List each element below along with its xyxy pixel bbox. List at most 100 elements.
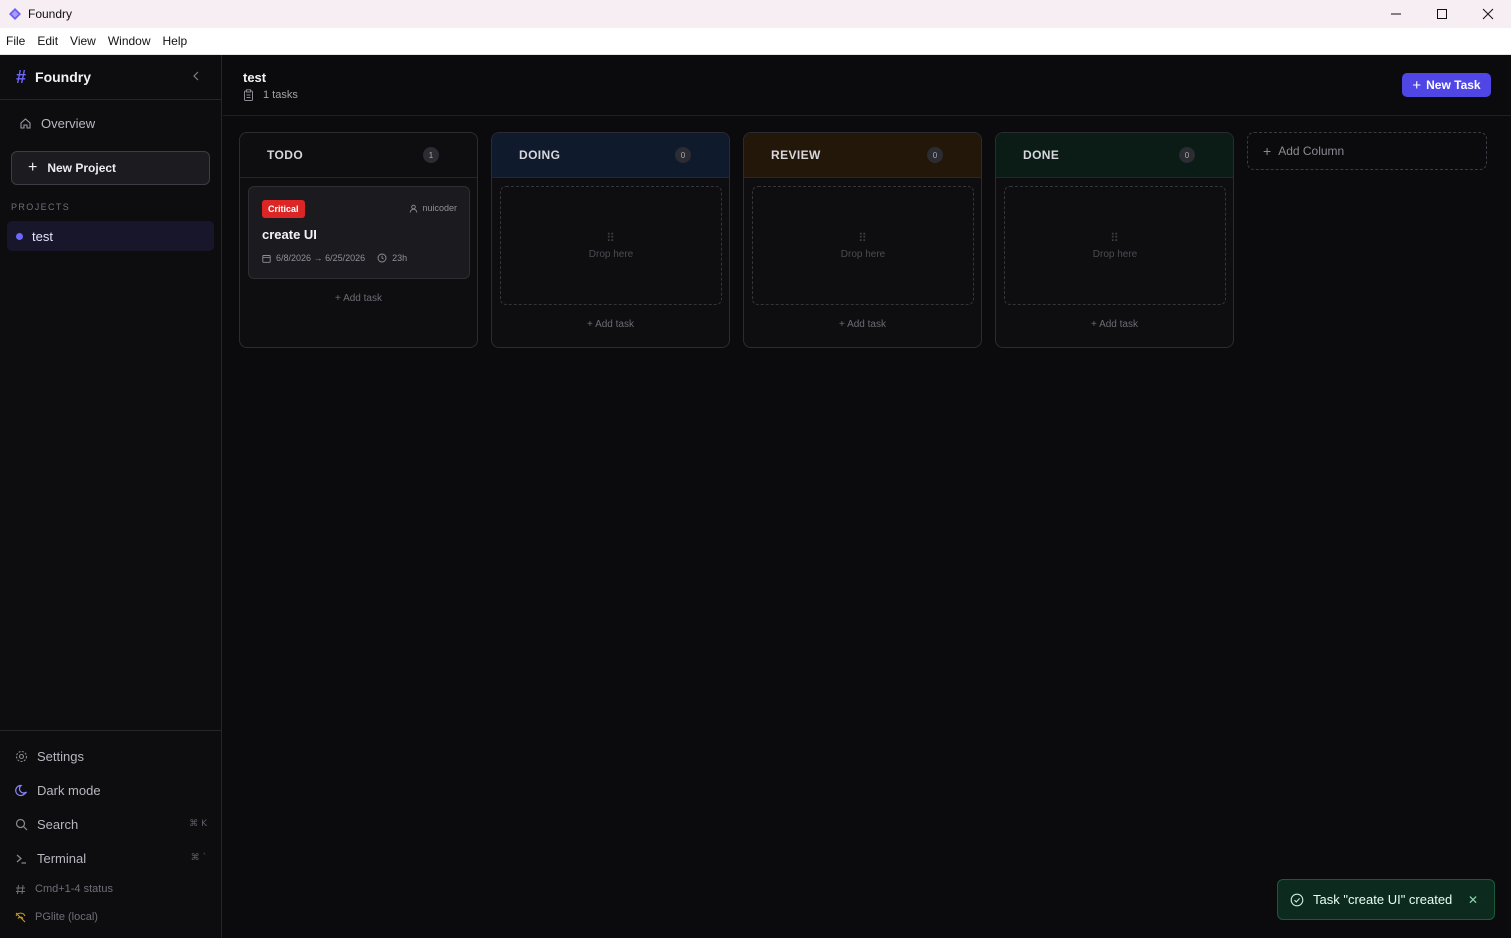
database-label: PGlite (local) [35, 911, 98, 923]
plus-icon: + [335, 293, 344, 304]
drop-here-label: Drop here [1092, 249, 1138, 260]
column-todo: TODO 1 Critical nuicoder create UI 6/8/2… [239, 132, 478, 348]
plus-icon: + [28, 159, 38, 176]
database-status: PGlite (local) [0, 903, 222, 931]
task-count: 1 tasks [243, 89, 298, 101]
sidebar-bottom: Settings Dark mode Search ⌘ K Terminal ⌘… [0, 730, 222, 931]
add-task-label: Add task [847, 319, 886, 330]
drop-zone[interactable]: ⠿ Drop here [752, 186, 974, 305]
new-task-button[interactable]: + New Task [1402, 73, 1491, 97]
settings-button[interactable]: Settings [0, 739, 222, 773]
project-header: test 1 tasks + New Task [223, 55, 1511, 116]
column-count: 0 [927, 147, 943, 163]
plus-icon: + [587, 319, 596, 330]
terminal-button[interactable]: Terminal ⌘ ` [0, 841, 222, 875]
status-shortcut-hint: Cmd+1-4 status [0, 875, 222, 903]
toast-close-icon[interactable]: ✕ [1468, 893, 1478, 907]
dark-mode-toggle[interactable]: Dark mode [0, 773, 222, 807]
sidebar-brand: # Foundry [0, 55, 221, 100]
toast-message: Task "create UI" created [1313, 892, 1453, 907]
column-count: 0 [675, 147, 691, 163]
minimize-icon [1391, 13, 1401, 15]
new-project-button[interactable]: + New Project [11, 151, 210, 185]
task-end-date: 6/25/2026 [325, 253, 366, 263]
add-column-button[interactable]: + Add Column [1247, 132, 1487, 170]
user-icon [410, 204, 418, 213]
plus-icon: + [839, 319, 848, 330]
foundry-logo-icon [9, 8, 21, 20]
column-title: DONE [1023, 148, 1060, 162]
gear-icon [15, 750, 28, 762]
add-task-button[interactable]: + Add task [492, 319, 729, 330]
nav-overview-label: Overview [41, 115, 96, 131]
add-task-label: Add task [595, 319, 634, 330]
menu-help[interactable]: Help [157, 34, 194, 48]
assignee-name: nuicoder [422, 203, 457, 213]
plus-icon: + [1263, 143, 1272, 159]
task-title: create UI [262, 227, 317, 242]
maximize-button[interactable] [1419, 0, 1465, 28]
drag-grip-icon: ⠿ [1110, 231, 1120, 245]
sidebar-project-test[interactable]: test [7, 221, 214, 251]
minimize-button[interactable] [1373, 0, 1419, 28]
terminal-label: Terminal [37, 850, 87, 866]
column-done: DONE 0 ⠿ Drop here + Add task [995, 132, 1234, 348]
dark-mode-label: Dark mode [37, 782, 101, 798]
toast-notification: Task "create UI" created ✕ [1277, 879, 1495, 920]
column-title: REVIEW [771, 148, 821, 162]
add-task-label: Add task [343, 293, 382, 304]
column-header: TODO 1 [240, 133, 477, 178]
column-title: TODO [267, 148, 304, 162]
task-count-label: 1 tasks [263, 89, 298, 101]
menu-edit[interactable]: Edit [31, 34, 64, 48]
terminal-icon [16, 854, 26, 864]
add-task-button[interactable]: + Add task [744, 319, 981, 330]
priority-badge: Critical [262, 200, 305, 218]
hash-logo-icon: # [16, 66, 27, 87]
plus-icon: + [1412, 76, 1422, 94]
check-circle-icon [1290, 893, 1304, 906]
nav-overview[interactable]: Overview [0, 108, 221, 138]
date-range-arrow-icon: → [311, 253, 326, 263]
drag-grip-icon: ⠿ [606, 231, 616, 245]
status-hint-label: Cmd+1-4 status [35, 883, 113, 895]
menu-bar: File Edit View Window Help [0, 28, 1511, 55]
new-task-label: New Task [1426, 78, 1481, 92]
home-icon [20, 117, 31, 129]
clock-icon [377, 253, 387, 263]
add-task-button[interactable]: + Add task [996, 319, 1233, 330]
menu-view[interactable]: View [64, 34, 102, 48]
drop-zone[interactable]: ⠿ Drop here [1004, 186, 1226, 305]
clipboard-icon [244, 89, 253, 101]
column-count: 1 [423, 147, 439, 163]
column-header: DONE 0 [996, 133, 1233, 178]
add-column-label: Add Column [1278, 144, 1345, 158]
search-icon [15, 818, 28, 830]
collapse-sidebar-icon[interactable] [192, 70, 200, 84]
drop-zone[interactable]: ⠿ Drop here [500, 186, 722, 305]
maximize-icon [1437, 9, 1447, 19]
drag-grip-icon: ⠿ [858, 231, 868, 245]
search-label: Search [37, 816, 79, 832]
add-task-label: Add task [1099, 319, 1138, 330]
window-titlebar: Foundry [0, 0, 1511, 28]
projects-heading: PROJECTS [11, 202, 71, 212]
task-start-date: 6/8/2026 [276, 253, 312, 263]
menu-file[interactable]: File [0, 34, 31, 48]
column-header: DOING 0 [492, 133, 729, 178]
window-controls [1373, 0, 1511, 28]
column-review: REVIEW 0 ⠿ Drop here + Add task [743, 132, 982, 348]
drop-here-label: Drop here [588, 249, 634, 260]
search-shortcut: ⌘ K [189, 819, 207, 829]
add-task-button[interactable]: + Add task [240, 293, 477, 304]
menu-window[interactable]: Window [102, 34, 157, 48]
close-window-button[interactable] [1465, 0, 1511, 28]
hash-icon [16, 884, 25, 894]
task-card[interactable]: Critical nuicoder create UI 6/8/2026 → 6… [248, 186, 470, 279]
plus-icon: + [1091, 319, 1100, 330]
task-meta: 6/8/2026 → 6/25/2026 23h [262, 253, 407, 263]
search-button[interactable]: Search ⌘ K [0, 807, 222, 841]
task-estimate: 23h [392, 253, 408, 263]
terminal-shortcut: ⌘ ` [190, 853, 207, 863]
calendar-icon [262, 254, 271, 263]
